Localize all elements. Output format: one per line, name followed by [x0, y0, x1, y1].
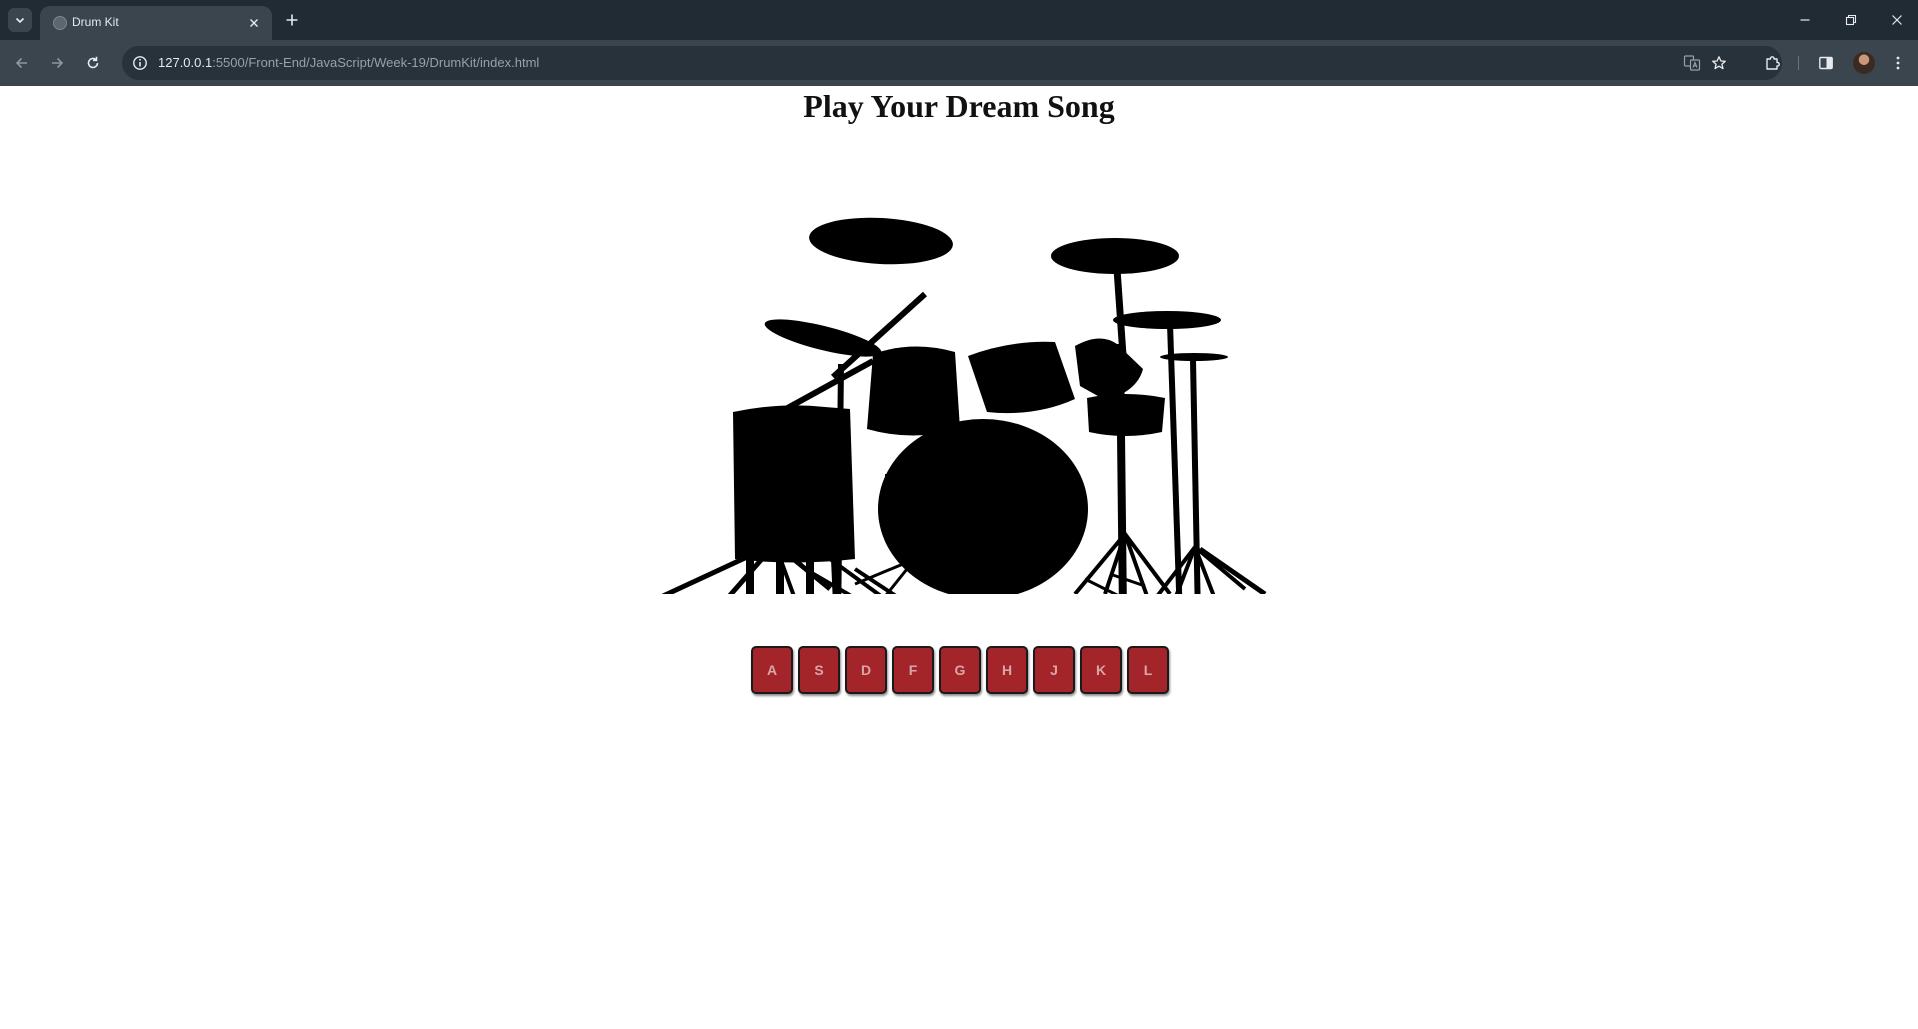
- new-tab-button[interactable]: [282, 10, 302, 30]
- translate-button[interactable]: [1682, 53, 1702, 73]
- minimize-button[interactable]: [1791, 8, 1819, 32]
- drum-key-g[interactable]: G: [939, 646, 981, 694]
- page-viewport: Play Your Dream Song A S D F G H J K L: [0, 86, 1918, 1029]
- browser-tab-bar: Drum Kit: [0, 0, 1918, 40]
- reload-button[interactable]: [81, 51, 105, 75]
- close-window-button[interactable]: [1883, 8, 1911, 32]
- side-panel-icon: [1819, 56, 1833, 70]
- back-button[interactable]: [10, 51, 34, 75]
- url-host: 127.0.0.1: [158, 55, 213, 70]
- address-bar[interactable]: 127.0.0.1:5500/Front-End/JavaScript/Week…: [122, 46, 1782, 80]
- close-icon: [1892, 15, 1902, 25]
- kebab-menu-icon: [1896, 56, 1900, 70]
- puzzle-icon: [1766, 56, 1780, 70]
- chevron-down-icon: [15, 17, 25, 24]
- globe-icon: [53, 16, 67, 30]
- drum-key-k[interactable]: K: [1080, 646, 1122, 694]
- tab-search-button[interactable]: [8, 8, 32, 32]
- drum-kit-image: [661, 217, 1267, 594]
- info-icon: [133, 56, 147, 70]
- site-info-button[interactable]: [130, 53, 150, 73]
- reload-icon: [87, 56, 99, 69]
- drum-key-d[interactable]: D: [845, 646, 887, 694]
- browser-tab-active[interactable]: Drum Kit: [40, 6, 272, 40]
- extensions-button[interactable]: [1761, 51, 1785, 75]
- arrow-right-icon: [52, 57, 64, 69]
- close-icon: [250, 19, 258, 27]
- url-text: 127.0.0.1:5500/Front-End/JavaScript/Week…: [158, 55, 539, 70]
- drum-key-f[interactable]: F: [892, 646, 934, 694]
- browser-toolbar: 127.0.0.1:5500/Front-End/JavaScript/Week…: [0, 40, 1918, 86]
- drum-key-j[interactable]: J: [1033, 646, 1075, 694]
- star-icon: [1712, 56, 1726, 70]
- drum-key-l[interactable]: L: [1127, 646, 1169, 694]
- drum-key-a[interactable]: A: [751, 646, 793, 694]
- toolbar-divider: [1798, 56, 1799, 70]
- restore-button[interactable]: [1837, 8, 1865, 32]
- drum-key-s[interactable]: S: [798, 646, 840, 694]
- tab-title: Drum Kit: [72, 15, 119, 29]
- side-panel-button[interactable]: [1814, 51, 1838, 75]
- forward-button[interactable]: [45, 51, 69, 75]
- minimize-icon: [1800, 19, 1810, 21]
- drum-key-h[interactable]: H: [986, 646, 1028, 694]
- tab-close-button[interactable]: [246, 15, 262, 31]
- browser-menu-button[interactable]: [1886, 51, 1910, 75]
- arrow-left-icon: [15, 57, 27, 69]
- page-title: Play Your Dream Song: [803, 88, 1115, 124]
- translate-icon: [1683, 55, 1701, 71]
- drum-keys-row: A S D F G H J K L: [751, 646, 1169, 696]
- profile-avatar[interactable]: [1853, 52, 1875, 74]
- plus-icon: [286, 14, 298, 26]
- url-path: :5500/Front-End/JavaScript/Week-19/DrumK…: [212, 55, 540, 70]
- bookmark-button[interactable]: [1709, 53, 1729, 73]
- restore-icon: [1845, 14, 1857, 26]
